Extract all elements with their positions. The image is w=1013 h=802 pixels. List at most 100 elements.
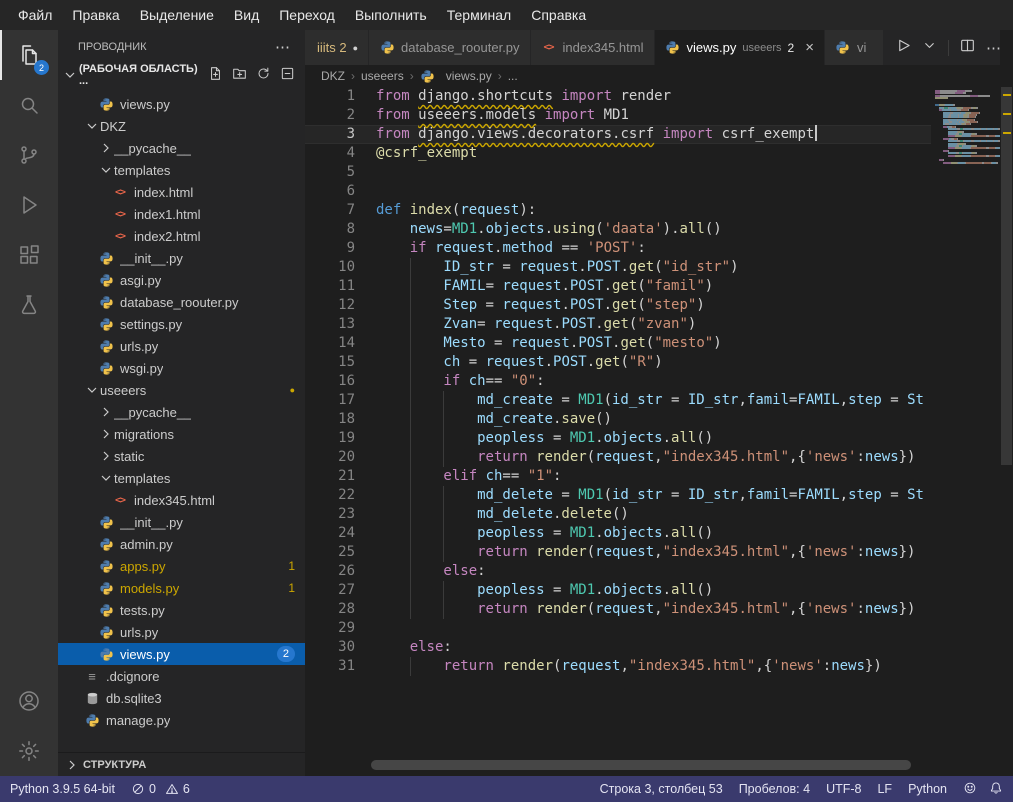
tree-item-index345-html[interactable]: <>index345.html	[58, 489, 305, 511]
horizontal-scrollbar[interactable]	[371, 760, 911, 770]
code-line[interactable]: 24peopless = MD1.objects.all()	[305, 524, 931, 543]
explorer-icon[interactable]: 2	[0, 30, 58, 80]
new-file-icon[interactable]	[208, 66, 223, 84]
status-пробелов-4[interactable]: Пробелов: 4	[739, 782, 810, 796]
tree-item-pycache[interactable]: __pycache__	[58, 137, 305, 159]
vertical-scrollbar[interactable]	[1000, 30, 1013, 776]
code-line[interactable]: 18md_create.save()	[305, 410, 931, 429]
code-line[interactable]: 8news=MD1.objects.using('daata').all()	[305, 220, 931, 239]
menu-переход[interactable]: Переход	[269, 3, 345, 27]
tree-item-useeers[interactable]: useeers●	[58, 379, 305, 401]
tree-item-views-py[interactable]: views.py	[58, 93, 305, 115]
code-line[interactable]: 5	[305, 163, 931, 182]
breadcrumb-item[interactable]: DKZ	[321, 69, 345, 83]
code-line[interactable]: 2from useeers.models import MD1	[305, 106, 931, 125]
split-editor-button[interactable]	[960, 38, 975, 58]
code-line[interactable]: 31return render(request,"index345.html",…	[305, 657, 931, 676]
run-debug-icon[interactable]	[0, 180, 58, 230]
tree-item-database-roouter-py[interactable]: database_roouter.py	[58, 291, 305, 313]
code-line[interactable]: 14Mesto = request.POST.get("mesto")	[305, 334, 931, 353]
tree-item-tests-py[interactable]: tests.py	[58, 599, 305, 621]
code-line[interactable]: 7def index(request):	[305, 201, 931, 220]
tree-item-manage-py[interactable]: manage.py	[58, 709, 305, 731]
code-line[interactable]: 6	[305, 182, 931, 201]
tree-item-templates[interactable]: templates	[58, 467, 305, 489]
tab-vi[interactable]: vi	[825, 30, 883, 65]
code-line[interactable]: 11FAMIL= request.POST.get("famil")	[305, 277, 931, 296]
code-area[interactable]: 1from django.shortcuts import render2fro…	[305, 87, 931, 754]
code-line[interactable]: 1from django.shortcuts import render	[305, 87, 931, 106]
menu-правка[interactable]: Правка	[62, 3, 129, 27]
status-lf[interactable]: LF	[877, 782, 892, 796]
account-icon[interactable]	[0, 676, 58, 726]
code-line[interactable]: 13Zvan= request.POST.get("zvan")	[305, 315, 931, 334]
status-строка-3-столбец-53[interactable]: Строка 3, столбец 53	[600, 782, 723, 796]
outline-section-header[interactable]: СТРУКТУРА	[58, 752, 305, 776]
code-line[interactable]: 29	[305, 619, 931, 638]
tree-item-asgi-py[interactable]: asgi.py	[58, 269, 305, 291]
code-line[interactable]: 22md_delete = MD1(id_str = ID_str,famil=…	[305, 486, 931, 505]
tree-item-templates[interactable]: templates	[58, 159, 305, 181]
tab-iiits-2[interactable]: iiits 2●	[305, 30, 369, 65]
tree-item-views-py[interactable]: views.py2	[58, 643, 305, 665]
scrollbar-thumb[interactable]	[1001, 87, 1012, 465]
tree-item-static[interactable]: static	[58, 445, 305, 467]
tree-item-urls-py[interactable]: urls.py	[58, 335, 305, 357]
code-line[interactable]: 19peopless = MD1.objects.all()	[305, 429, 931, 448]
settings-gear-icon[interactable]	[0, 726, 58, 776]
feedback-icon[interactable]	[963, 781, 977, 798]
tree-item-db-sqlite3[interactable]: db.sqlite3	[58, 687, 305, 709]
testing-icon[interactable]	[0, 280, 58, 330]
tree-item-wsgi-py[interactable]: wsgi.py	[58, 357, 305, 379]
status-utf-8[interactable]: UTF-8	[826, 782, 861, 796]
tree-item-dkz[interactable]: DKZ	[58, 115, 305, 137]
breadcrumb-item[interactable]: ...	[508, 69, 518, 83]
code-line[interactable]: 15ch = request.POST.get("R")	[305, 353, 931, 372]
code-line[interactable]: 21elif ch== "1":	[305, 467, 931, 486]
code-line[interactable]: 28return render(request,"index345.html",…	[305, 600, 931, 619]
more-actions-icon[interactable]: ⋯	[275, 38, 291, 56]
breadcrumb-item[interactable]: views.py	[420, 68, 492, 84]
code-line[interactable]: 25return render(request,"index345.html",…	[305, 543, 931, 562]
refresh-icon[interactable]	[256, 66, 271, 84]
code-line[interactable]: 4@csrf_exempt	[305, 144, 931, 163]
tree-item-index2-html[interactable]: <>index2.html	[58, 225, 305, 247]
menu-выделение[interactable]: Выделение	[130, 3, 224, 27]
run-python-file-button[interactable]	[896, 38, 911, 58]
source-control-icon[interactable]	[0, 130, 58, 180]
tree-item-urls-py[interactable]: urls.py	[58, 621, 305, 643]
menu-вид[interactable]: Вид	[224, 3, 269, 27]
code-line[interactable]: 23md_delete.delete()	[305, 505, 931, 524]
code-line[interactable]: 17md_create = MD1(id_str = ID_str,famil=…	[305, 391, 931, 410]
python-interpreter-status[interactable]: Python 3.9.5 64-bit	[10, 782, 115, 796]
workspace-section-header[interactable]: (РАБОЧАЯ ОБЛАСТЬ) ...	[58, 64, 305, 86]
extensions-icon[interactable]	[0, 230, 58, 280]
tree-item-pycache[interactable]: __pycache__	[58, 401, 305, 423]
status-python[interactable]: Python	[908, 782, 947, 796]
tree-item-admin-py[interactable]: admin.py	[58, 533, 305, 555]
close-tab-button[interactable]: ×	[805, 39, 814, 56]
problems-status[interactable]: 0 6	[131, 782, 190, 796]
code-line[interactable]: 20return render(request,"index345.html",…	[305, 448, 931, 467]
minimap[interactable]	[931, 87, 1000, 164]
tab-database-roouter-py[interactable]: database_roouter.py	[369, 30, 531, 65]
code-line[interactable]: 30else:	[305, 638, 931, 657]
code-line[interactable]: 3from django.views.decorators.csrf impor…	[305, 125, 931, 144]
collapse-all-icon[interactable]	[280, 66, 295, 84]
tree-item-init-py[interactable]: __init__.py	[58, 511, 305, 533]
code-line[interactable]: 9if request.method == 'POST':	[305, 239, 931, 258]
code-line[interactable]: 27peopless = MD1.objects.all()	[305, 581, 931, 600]
bell-icon[interactable]	[989, 781, 1003, 798]
menu-выполнить[interactable]: Выполнить	[345, 3, 437, 27]
more-actions-button[interactable]: ⋯	[986, 39, 1001, 57]
search-icon[interactable]	[0, 80, 58, 130]
menu-справка[interactable]: Справка	[521, 3, 596, 27]
tree-item-models-py[interactable]: models.py1	[58, 577, 305, 599]
tree-item-apps-py[interactable]: apps.py1	[58, 555, 305, 577]
code-line[interactable]: 10ID_str = request.POST.get("id_str")	[305, 258, 931, 277]
tree-item-migrations[interactable]: migrations	[58, 423, 305, 445]
code-line[interactable]: 16if ch== "0":	[305, 372, 931, 391]
tab-index345-html[interactable]: <>index345.html	[531, 30, 655, 65]
tree-item-index-html[interactable]: <>index.html	[58, 181, 305, 203]
breadcrumb-item[interactable]: useeers	[361, 69, 404, 83]
